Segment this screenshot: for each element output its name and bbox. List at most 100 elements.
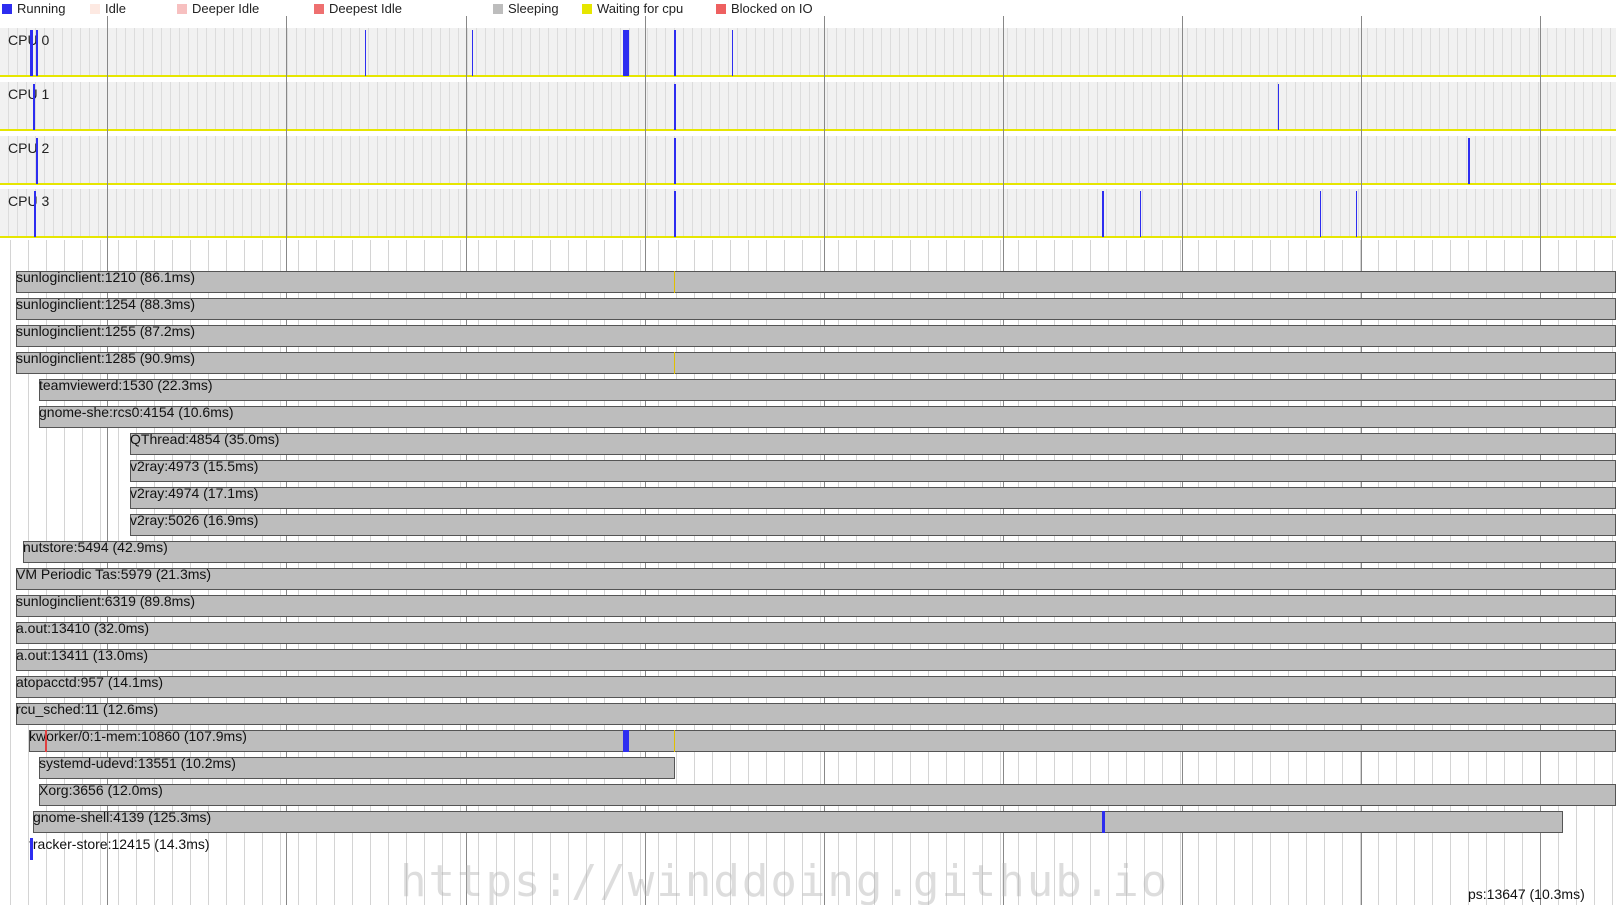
- minor-gridline: [1169, 28, 1170, 76]
- process-label: a.out:13410 (32.0ms): [16, 620, 150, 636]
- minor-gridline: [341, 28, 342, 76]
- minor-gridline: [224, 189, 225, 237]
- minor-gridline: [926, 28, 927, 76]
- process-row-bar[interactable]: [39, 784, 1616, 806]
- process-row-bar[interactable]: [16, 622, 1616, 644]
- process-row-bar[interactable]: [130, 487, 1616, 509]
- process-row-bar[interactable]: [39, 379, 1616, 401]
- minor-gridline: [1169, 189, 1170, 237]
- minor-gridline: [170, 136, 171, 184]
- minor-gridline: [377, 136, 378, 184]
- minor-gridline: [1340, 82, 1341, 130]
- minor-gridline: [1187, 189, 1188, 237]
- minor-gridline: [296, 28, 297, 76]
- minor-gridline: [134, 136, 135, 184]
- process-row-bar[interactable]: [16, 649, 1616, 671]
- process-row-bar[interactable]: [130, 433, 1616, 455]
- minor-gridline: [1430, 136, 1431, 184]
- minor-gridline: [350, 82, 351, 130]
- minor-gridline: [575, 189, 576, 237]
- minor-gridline: [125, 28, 126, 76]
- minor-gridline: [512, 189, 513, 237]
- process-row-bar[interactable]: [130, 514, 1616, 536]
- minor-gridline: [467, 189, 468, 237]
- minor-gridline: [656, 28, 657, 76]
- minor-gridline: [359, 28, 360, 76]
- minor-gridline: [161, 136, 162, 184]
- minor-gridline: [998, 189, 999, 237]
- minor-gridline: [701, 82, 702, 130]
- minor-gridline: [449, 136, 450, 184]
- minor-gridline: [1178, 28, 1179, 76]
- minor-gridline: [980, 82, 981, 130]
- minor-gridline: [530, 82, 531, 130]
- minor-gridline: [161, 189, 162, 237]
- minor-gridline: [143, 28, 144, 76]
- process-row-bar[interactable]: [16, 595, 1616, 617]
- minor-gridline: [1502, 189, 1503, 237]
- minor-gridline: [548, 82, 549, 130]
- process-row-bar[interactable]: [29, 730, 1616, 752]
- minor-gridline: [233, 28, 234, 76]
- minor-gridline: [971, 189, 972, 237]
- process-row-bar[interactable]: [23, 541, 1616, 563]
- minor-gridline: [989, 82, 990, 130]
- minor-gridline: [494, 28, 495, 76]
- minor-gridline: [710, 189, 711, 237]
- minor-gridline: [773, 28, 774, 76]
- minor-gridline: [251, 82, 252, 130]
- minor-gridline: [89, 136, 90, 184]
- minor-gridline: [1511, 82, 1512, 130]
- process-row-bar[interactable]: [130, 460, 1616, 482]
- cpu-label: CPU 0: [8, 32, 50, 48]
- minor-gridline: [116, 136, 117, 184]
- process-row-bar[interactable]: [16, 568, 1616, 590]
- minor-gridline: [1592, 82, 1593, 130]
- minor-gridline: [1547, 28, 1548, 76]
- minor-gridline: [773, 189, 774, 237]
- minor-gridline: [1097, 136, 1098, 184]
- minor-gridline: [179, 82, 180, 130]
- minor-gridline: [935, 189, 936, 237]
- minor-gridline: [1421, 28, 1422, 76]
- minor-gridline: [1322, 136, 1323, 184]
- minor-gridline: [1610, 136, 1611, 184]
- minor-gridline: [1601, 189, 1602, 237]
- process-row-bar[interactable]: [16, 325, 1616, 347]
- minor-gridline: [917, 82, 918, 130]
- minor-gridline: [395, 82, 396, 130]
- process-row-bar[interactable]: [33, 811, 1563, 833]
- minor-gridline: [1097, 82, 1098, 130]
- minor-gridline: [917, 189, 918, 237]
- minor-gridline: [746, 189, 747, 237]
- minor-gridline: [1583, 28, 1584, 76]
- minor-gridline: [143, 189, 144, 237]
- minor-gridline: [1043, 136, 1044, 184]
- process-row-bar[interactable]: [16, 271, 1616, 293]
- process-row-bar[interactable]: [16, 298, 1616, 320]
- process-row-bar[interactable]: [16, 352, 1616, 374]
- minor-gridline: [728, 28, 729, 76]
- minor-gridline: [746, 82, 747, 130]
- process-row-bar[interactable]: [16, 703, 1616, 725]
- minor-gridline: [1196, 82, 1197, 130]
- cpu-run-mark: [674, 138, 676, 184]
- cpu-lane-1: CPU 1: [0, 82, 1616, 131]
- minor-gridline: [323, 28, 324, 76]
- minor-gridline: [143, 136, 144, 184]
- minor-gridline: [521, 28, 522, 76]
- process-label: sunloginclient:1255 (87.2ms): [16, 323, 195, 339]
- minor-gridline: [1106, 28, 1107, 76]
- minor-gridline: [1556, 28, 1557, 76]
- cpu-baseline: [0, 75, 1616, 77]
- minor-gridline: [458, 136, 459, 184]
- minor-gridline: [233, 136, 234, 184]
- minor-gridline: [1529, 82, 1530, 130]
- minor-gridline: [593, 82, 594, 130]
- process-label: v2ray:4974 (17.1ms): [130, 485, 259, 501]
- minor-gridline: [242, 28, 243, 76]
- minor-gridline: [1394, 28, 1395, 76]
- process-row-bar[interactable]: [39, 406, 1616, 428]
- process-row-bar[interactable]: [16, 676, 1616, 698]
- minor-gridline: [566, 82, 567, 130]
